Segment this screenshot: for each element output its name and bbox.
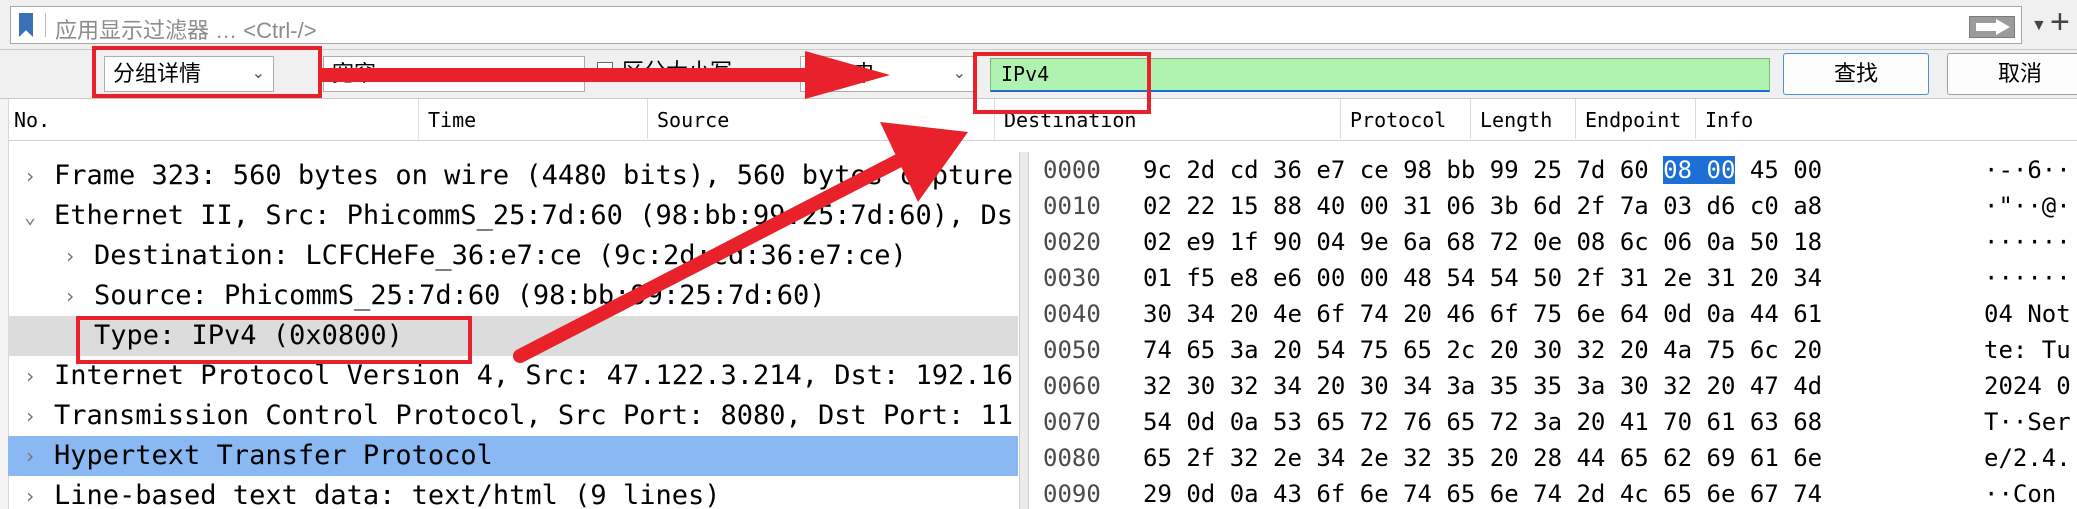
charset-value: 宽窄: [332, 61, 377, 86]
chevron-down-icon: ⌄: [952, 65, 966, 82]
bytes-offset: 0080: [1043, 444, 1101, 472]
bytes-hex[interactable]: 54 0d 0a 53 65 72 76 65 72 3a 20 41 70 6…: [1143, 404, 1822, 440]
bytes-ascii: 04 Not: [1984, 300, 2071, 328]
bytes-hex[interactable]: 01 f5 e8 e6 00 00 48 54 54 50 2f 31 2e 3…: [1143, 260, 1822, 296]
tree-row-label: Source: PhicommS_25:7d:60 (98:bb:99:25:7…: [94, 280, 826, 311]
column-separator[interactable]: [1340, 99, 1341, 139]
tree-row-frame[interactable]: › Frame 323: 560 bytes on wire (4480 bit…: [8, 156, 1018, 196]
cancel-button[interactable]: 取消: [1947, 53, 2077, 95]
tree-row-label: Line-based text data: text/html (9 lines…: [54, 480, 721, 509]
column-separator[interactable]: [418, 99, 419, 139]
annotation-box-type-row: [76, 316, 472, 364]
column-no[interactable]: No.: [14, 108, 50, 132]
expand-twisty-icon[interactable]: ›: [24, 476, 36, 509]
bytes-hex[interactable]: 29 0d 0a 43 6f 6e 74 65 6e 74 2d 4c 65 6…: [1143, 476, 1822, 509]
column-source[interactable]: Source: [657, 108, 729, 132]
case-sensitive-label: 区分大小写: [622, 59, 733, 84]
bytes-offset: 0020: [1043, 228, 1101, 256]
bytes-offset: 0060: [1043, 372, 1101, 400]
display-filter-input[interactable]: 应用显示过滤器 … <Ctrl-/> ▼: [10, 6, 2047, 44]
bytes-offset: 0090: [1043, 480, 1101, 508]
column-protocol[interactable]: Protocol: [1350, 108, 1446, 132]
column-separator[interactable]: [1695, 99, 1696, 139]
bytes-offset: 0030: [1043, 264, 1101, 292]
apply-filter-button[interactable]: [1969, 16, 2015, 38]
bookmark-icon[interactable]: [19, 13, 33, 37]
pane-splitter[interactable]: [1019, 152, 1029, 509]
annotation-box-search-in: [92, 46, 322, 98]
tree-row-destination[interactable]: › Destination: LCFCHeFe_36:e7:ce (9c:2d:…: [8, 236, 1018, 276]
bytes-hex[interactable]: 32 30 32 34 20 30 34 3a 35 35 3a 30 32 2…: [1143, 368, 1822, 404]
annotation-box-search-value: [973, 52, 1151, 114]
hex-run: 45 00: [1735, 156, 1823, 184]
bytes-ascii: T··Ser: [1984, 408, 2071, 436]
bytes-ascii: ··Con: [1984, 480, 2057, 508]
column-info[interactable]: Info: [1705, 108, 1753, 132]
chevron-down-icon[interactable]: ▼: [2031, 17, 2047, 35]
tree-row-text-data[interactable]: › Line-based text data: text/html (9 lin…: [8, 476, 1018, 509]
packet-bytes-pane[interactable]: 0000 9c 2d cd 36 e7 ce 98 bb 99 25 7d 60…: [1029, 152, 2077, 509]
bytes-ascii: e/2.4.: [1984, 444, 2071, 472]
bytes-ascii: ······: [1984, 264, 2071, 292]
expand-twisty-icon[interactable]: ›: [24, 156, 36, 196]
expand-twisty-icon[interactable]: ›: [64, 276, 76, 316]
expand-twisty-icon[interactable]: ›: [24, 396, 36, 436]
column-separator[interactable]: [1470, 99, 1471, 139]
bytes-hex[interactable]: 30 34 20 4e 6f 74 20 46 6f 75 6e 64 0d 0…: [1143, 296, 1822, 332]
bytes-offset: 0050: [1043, 336, 1101, 364]
collapse-twisty-icon[interactable]: ⌄: [24, 196, 36, 236]
bytes-ascii: 2024 0: [1984, 372, 2071, 400]
bytes-ascii: ······: [1984, 228, 2071, 256]
bytes-ascii: ·-·6··: [1984, 156, 2071, 184]
hex-run: 9c 2d cd 36 e7 ce 98 bb 99 25 7d 60: [1143, 156, 1664, 184]
find-button[interactable]: 查找: [1783, 53, 1929, 95]
tree-row-label: Frame 323: 560 bytes on wire (4480 bits)…: [54, 160, 1014, 191]
search-type-combo[interactable]: 字符串 ⌄: [800, 56, 975, 92]
apply-filter-arrow-icon: [1976, 19, 2010, 35]
selected-bytes[interactable]: 08 00: [1663, 156, 1736, 184]
tree-row-label: Hypertext Transfer Protocol: [54, 440, 493, 471]
expand-twisty-icon[interactable]: ›: [24, 436, 36, 476]
tree-row-label: Destination: LCFCHeFe_36:e7:ce (9c:2d:cd…: [94, 240, 907, 271]
add-filter-button[interactable]: +: [2050, 2, 2070, 42]
column-length[interactable]: Length: [1480, 108, 1552, 132]
expand-twisty-icon[interactable]: ›: [64, 236, 76, 276]
bytes-offset: 0000: [1043, 156, 1101, 184]
bytes-hex[interactable]: 65 2f 32 2e 34 2e 32 35 20 28 44 65 62 6…: [1143, 440, 1822, 476]
bytes-hex[interactable]: 02 e9 1f 90 04 9e 6a 68 72 0e 08 6c 06 0…: [1143, 224, 1822, 260]
bytes-hex[interactable]: 02 22 15 88 40 00 31 06 3b 6d 2f 7a 03 d…: [1143, 188, 1822, 224]
column-separator[interactable]: [1575, 99, 1576, 139]
tree-row-label: Transmission Control Protocol, Src Port:…: [54, 400, 1014, 431]
bytes-offset: 0010: [1043, 192, 1101, 220]
expand-twisty-icon[interactable]: ›: [24, 356, 36, 396]
column-separator[interactable]: [647, 99, 648, 139]
column-time[interactable]: Time: [428, 108, 476, 132]
filter-separator: [45, 13, 46, 37]
filter-placeholder: 应用显示过滤器 … <Ctrl-/>: [55, 18, 317, 43]
tree-row-label: Ethernet II, Src: PhicommS_25:7d:60 (98:…: [54, 200, 1014, 231]
tree-row-ethernet[interactable]: ⌄ Ethernet II, Src: PhicommS_25:7d:60 (9…: [8, 196, 1018, 236]
bytes-ascii: te: Tu: [1984, 336, 2071, 364]
tree-row-source[interactable]: › Source: PhicommS_25:7d:60 (98:bb:99:25…: [8, 276, 1018, 316]
search-type-value: 字符串: [809, 61, 876, 86]
bytes-offset: 0070: [1043, 408, 1101, 436]
bytes-ascii: ·"··@·: [1984, 192, 2071, 220]
display-filter-toolbar: 应用显示过滤器 … <Ctrl-/> ▼ +: [0, 0, 2077, 50]
charset-combo[interactable]: 宽窄: [323, 56, 585, 92]
bytes-hex[interactable]: 9c 2d cd 36 e7 ce 98 bb 99 25 7d 60 08 0…: [1143, 152, 1822, 188]
column-endpoint[interactable]: Endpoint: [1585, 108, 1681, 132]
tree-row-http[interactable]: › Hypertext Transfer Protocol: [8, 436, 1018, 476]
tree-row-tcp[interactable]: › Transmission Control Protocol, Src Por…: [8, 396, 1018, 436]
bytes-offset: 0040: [1043, 300, 1101, 328]
bytes-hex[interactable]: 74 65 3a 20 54 75 65 2c 20 30 32 20 4a 7…: [1143, 332, 1822, 368]
case-sensitive-checkbox[interactable]: [597, 62, 613, 78]
